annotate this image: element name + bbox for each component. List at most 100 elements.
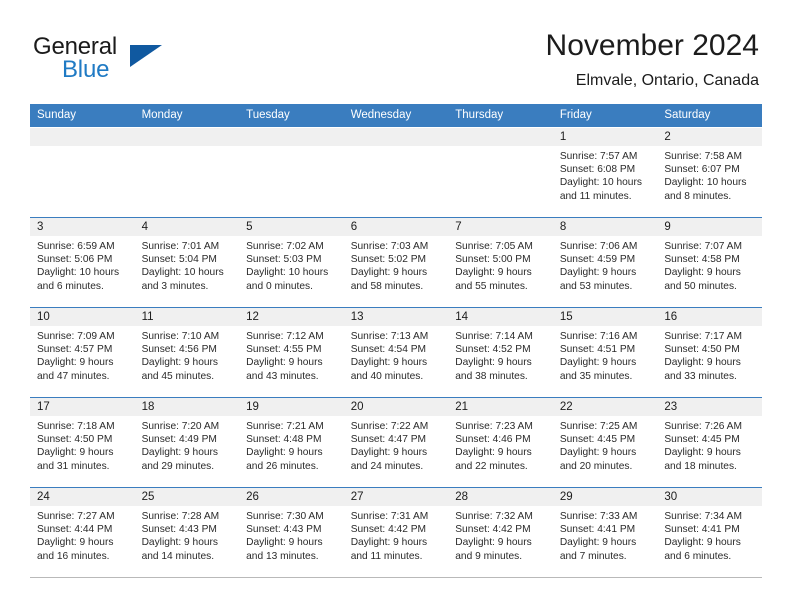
daylight-duration-line1: Daylight: 9 hours: [246, 447, 323, 459]
day-details: Sunrise: 7:21 AM Sunset: 4:48 PM Daylight:…: [239, 416, 344, 473]
day-cell[interactable]: 16 Sunrise: 7:17 AM Sunset: 4:50 PM Dayligh…: [657, 308, 762, 397]
daylight-duration-line1: Daylight: 9 hours: [455, 537, 532, 549]
daylight-duration-line1: Daylight: 9 hours: [141, 357, 219, 369]
day-cell[interactable]: 13 Sunrise: 7:13 AM Sunset: 4:54 PM Dayligh…: [343, 308, 449, 397]
day-cell[interactable]: 22 Sunrise: 7:25 AM Sunset: 4:45 PM Dayligh…: [552, 398, 658, 487]
day-cell[interactable]: 21 Sunrise: 7:23 AM Sunset: 4:46 PM Dayligh…: [448, 398, 553, 487]
sunset-time: Sunset: 5:02 PM: [350, 254, 427, 266]
sunrise-time: Sunrise: 7:17 AM: [664, 331, 742, 342]
day-cell[interactable]: 19 Sunrise: 7:21 AM Sunset: 4:48 PM Dayligh…: [239, 398, 344, 487]
calendar-week-row: 1 Sunrise: 7:57 AM Sunset: 6:08 PM Daylight…: [30, 127, 762, 218]
daylight-duration-line1: Daylight: 9 hours: [37, 537, 114, 549]
calendar-cell[interactable]: 18 Sunrise: 7:20 AM Sunset: 4:49 PM Dayligh…: [134, 397, 240, 488]
calendar-cell[interactable]: 1 Sunrise: 7:57 AM Sunset: 6:08 PM Daylight…: [552, 127, 658, 218]
calendar-table: Sunday Monday Tuesday Wednesday Thursday…: [30, 104, 762, 578]
calendar-cell[interactable]: [343, 127, 449, 218]
day-number: 6: [343, 218, 449, 236]
sunset-time: Sunset: 4:55 PM: [246, 344, 322, 356]
calendar-cell[interactable]: 20 Sunrise: 7:22 AM Sunset: 4:47 PM Dayligh…: [343, 397, 449, 488]
sunset-time: Sunset: 4:58 PM: [664, 254, 740, 266]
day-details: Sunrise: 7:23 AM Sunset: 4:46 PM Daylight:…: [448, 416, 553, 473]
calendar-cell[interactable]: 23 Sunrise: 7:26 AM Sunset: 4:45 PM Dayligh…: [657, 397, 762, 488]
calendar-cell[interactable]: 22 Sunrise: 7:25 AM Sunset: 4:45 PM Dayligh…: [552, 397, 658, 488]
day-cell[interactable]: 12 Sunrise: 7:12 AM Sunset: 4:55 PM Dayligh…: [239, 308, 344, 397]
day-cell[interactable]: 25 Sunrise: 7:28 AM Sunset: 4:43 PM Dayligh…: [134, 488, 240, 577]
calendar-cell[interactable]: 24 Sunrise: 7:27 AM Sunset: 4:44 PM Dayligh…: [30, 487, 135, 578]
day-details: Sunrise: 7:20 AM Sunset: 4:49 PM Daylight:…: [135, 416, 240, 473]
calendar-cell[interactable]: 10 Sunrise: 7:09 AM Sunset: 4:57 PM Dayligh…: [30, 307, 135, 398]
day-cell[interactable]: 29 Sunrise: 7:33 AM Sunset: 4:41 PM Dayligh…: [552, 488, 658, 577]
day-cell[interactable]: 4 Sunrise: 7:01 AM Sunset: 5:04 PM Daylight…: [134, 218, 240, 307]
calendar-cell[interactable]: 13 Sunrise: 7:13 AM Sunset: 4:54 PM Dayligh…: [343, 307, 449, 398]
daylight-duration-line1: Daylight: 9 hours: [559, 447, 637, 459]
brand-logo[interactable]: General Blue: [33, 33, 213, 89]
day-details: Sunrise: 7:33 AM Sunset: 4:41 PM Daylight:…: [553, 506, 658, 563]
calendar-cell[interactable]: 9 Sunrise: 7:07 AM Sunset: 4:58 PM Daylight…: [657, 217, 762, 308]
calendar-cell[interactable]: 29 Sunrise: 7:33 AM Sunset: 4:41 PM Dayligh…: [552, 487, 658, 578]
daylight-duration-line2: and 35 minutes.: [559, 370, 633, 382]
sunset-time: Sunset: 4:42 PM: [455, 524, 531, 536]
calendar-cell[interactable]: 4 Sunrise: 7:01 AM Sunset: 5:04 PM Daylight…: [134, 217, 240, 308]
day-cell[interactable]: 20 Sunrise: 7:22 AM Sunset: 4:47 PM Dayligh…: [343, 398, 449, 487]
day-cell[interactable]: 11 Sunrise: 7:10 AM Sunset: 4:56 PM Dayligh…: [134, 308, 240, 397]
day-cell[interactable]: 24 Sunrise: 7:27 AM Sunset: 4:44 PM Dayligh…: [30, 488, 135, 577]
calendar-cell[interactable]: 30 Sunrise: 7:34 AM Sunset: 4:41 PM Dayligh…: [657, 487, 762, 578]
calendar-cell[interactable]: 3 Sunrise: 6:59 AM Sunset: 5:06 PM Daylight…: [30, 217, 135, 308]
day-cell[interactable]: 9 Sunrise: 7:07 AM Sunset: 4:58 PM Daylight…: [657, 218, 762, 307]
calendar-cell[interactable]: 6 Sunrise: 7:03 AM Sunset: 5:02 PM Daylight…: [343, 217, 449, 308]
daylight-duration-line2: and 7 minutes.: [559, 550, 627, 562]
calendar-cell[interactable]: 5 Sunrise: 7:02 AM Sunset: 5:03 PM Daylight…: [239, 217, 344, 308]
day-cell[interactable]: 26 Sunrise: 7:30 AM Sunset: 4:43 PM Dayligh…: [239, 488, 344, 577]
day-cell[interactable]: 14 Sunrise: 7:14 AM Sunset: 4:52 PM Dayligh…: [448, 308, 553, 397]
daylight-duration-line1: Daylight: 9 hours: [455, 357, 532, 369]
calendar-cell[interactable]: [30, 127, 135, 218]
calendar-cell[interactable]: 8 Sunrise: 7:06 AM Sunset: 4:59 PM Daylight…: [552, 217, 658, 308]
day-cell[interactable]: 1 Sunrise: 7:57 AM Sunset: 6:08 PM Daylight…: [552, 128, 658, 217]
day-number: 16: [657, 308, 762, 326]
calendar-cell[interactable]: 27 Sunrise: 7:31 AM Sunset: 4:42 PM Dayligh…: [343, 487, 449, 578]
sunset-time: Sunset: 4:51 PM: [559, 344, 636, 356]
day-cell[interactable]: 6 Sunrise: 7:03 AM Sunset: 5:02 PM Daylight…: [343, 218, 449, 307]
calendar-cell[interactable]: 7 Sunrise: 7:05 AM Sunset: 5:00 PM Daylight…: [448, 217, 553, 308]
daylight-duration-line1: Daylight: 9 hours: [664, 537, 741, 549]
daylight-duration-line1: Daylight: 9 hours: [350, 267, 428, 279]
daylight-duration-line1: Daylight: 9 hours: [350, 447, 428, 459]
calendar-cell[interactable]: 17 Sunrise: 7:18 AM Sunset: 4:50 PM Dayligh…: [30, 397, 135, 488]
calendar-cell[interactable]: [448, 127, 553, 218]
daylight-duration-line2: and 24 minutes.: [350, 460, 424, 472]
calendar-cell[interactable]: 12 Sunrise: 7:12 AM Sunset: 4:55 PM Dayligh…: [239, 307, 344, 398]
day-cell[interactable]: 23 Sunrise: 7:26 AM Sunset: 4:45 PM Dayligh…: [657, 398, 762, 487]
daylight-duration-line2: and 45 minutes.: [141, 370, 215, 382]
day-cell[interactable]: 10 Sunrise: 7:09 AM Sunset: 4:57 PM Dayligh…: [30, 308, 135, 397]
calendar-cell[interactable]: 11 Sunrise: 7:10 AM Sunset: 4:56 PM Dayligh…: [134, 307, 240, 398]
day-cell[interactable]: 5 Sunrise: 7:02 AM Sunset: 5:03 PM Daylight…: [239, 218, 344, 307]
day-details: Sunrise: 7:14 AM Sunset: 4:52 PM Daylight:…: [448, 326, 553, 383]
day-details: Sunrise: 7:13 AM Sunset: 4:54 PM Daylight:…: [344, 326, 449, 383]
day-cell[interactable]: 3 Sunrise: 6:59 AM Sunset: 5:06 PM Daylight…: [30, 218, 135, 307]
calendar-cell[interactable]: 14 Sunrise: 7:14 AM Sunset: 4:52 PM Dayligh…: [448, 307, 553, 398]
calendar-cell[interactable]: 16 Sunrise: 7:17 AM Sunset: 4:50 PM Dayligh…: [657, 307, 762, 398]
calendar-cell[interactable]: 28 Sunrise: 7:32 AM Sunset: 4:42 PM Dayligh…: [448, 487, 553, 578]
calendar-cell[interactable]: 21 Sunrise: 7:23 AM Sunset: 4:46 PM Dayligh…: [448, 397, 553, 488]
calendar-cell[interactable]: 25 Sunrise: 7:28 AM Sunset: 4:43 PM Dayligh…: [134, 487, 240, 578]
calendar-cell[interactable]: 19 Sunrise: 7:21 AM Sunset: 4:48 PM Dayligh…: [239, 397, 344, 488]
day-cell[interactable]: 18 Sunrise: 7:20 AM Sunset: 4:49 PM Dayligh…: [134, 398, 240, 487]
day-cell[interactable]: 2 Sunrise: 7:58 AM Sunset: 6:07 PM Daylight…: [657, 128, 762, 217]
day-cell[interactable]: 28 Sunrise: 7:32 AM Sunset: 4:42 PM Dayligh…: [448, 488, 553, 577]
sunrise-time: Sunrise: 7:09 AM: [37, 331, 115, 342]
day-cell[interactable]: 17 Sunrise: 7:18 AM Sunset: 4:50 PM Dayligh…: [30, 398, 135, 487]
day-cell[interactable]: 27 Sunrise: 7:31 AM Sunset: 4:42 PM Dayligh…: [343, 488, 449, 577]
daylight-duration-line1: Daylight: 9 hours: [350, 357, 428, 369]
day-cell[interactable]: 7 Sunrise: 7:05 AM Sunset: 5:00 PM Daylight…: [448, 218, 553, 307]
day-cell[interactable]: 15 Sunrise: 7:16 AM Sunset: 4:51 PM Dayligh…: [552, 308, 658, 397]
sunrise-time: Sunrise: 7:12 AM: [246, 331, 324, 342]
day-cell[interactable]: 30 Sunrise: 7:34 AM Sunset: 4:41 PM Dayligh…: [657, 488, 762, 577]
daylight-duration-line2: and 11 minutes.: [559, 190, 632, 202]
calendar-cell[interactable]: [239, 127, 344, 218]
calendar-cell[interactable]: 15 Sunrise: 7:16 AM Sunset: 4:51 PM Dayligh…: [552, 307, 658, 398]
calendar-cell[interactable]: 2 Sunrise: 7:58 AM Sunset: 6:07 PM Daylight…: [657, 127, 762, 218]
calendar-cell[interactable]: [134, 127, 240, 218]
sunrise-time: Sunrise: 7:58 AM: [664, 151, 742, 162]
day-cell[interactable]: 8 Sunrise: 7:06 AM Sunset: 4:59 PM Daylight…: [552, 218, 658, 307]
calendar-cell[interactable]: 26 Sunrise: 7:30 AM Sunset: 4:43 PM Dayligh…: [239, 487, 344, 578]
